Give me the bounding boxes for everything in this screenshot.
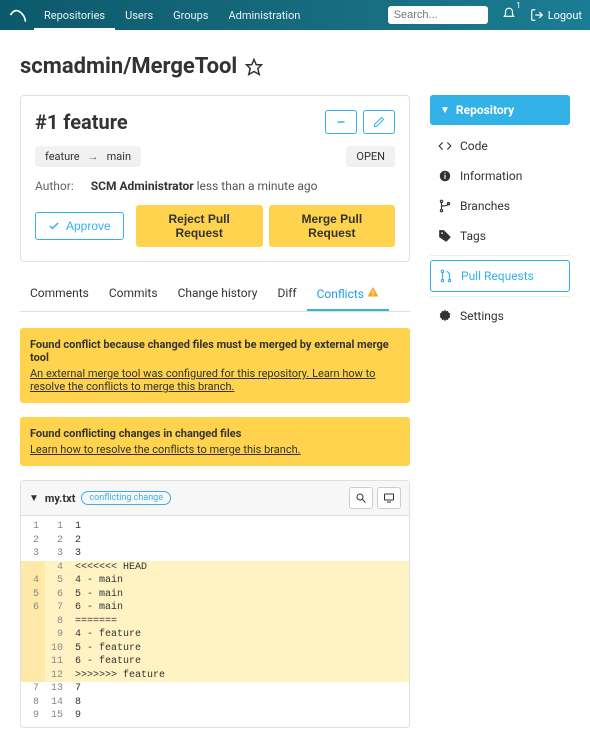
branch-pill: feature → main xyxy=(35,146,141,167)
approve-label: Approve xyxy=(66,219,111,233)
conflict-notice: Found conflict because changed files mus… xyxy=(20,328,410,403)
logout-button[interactable]: Logout xyxy=(530,8,582,22)
display-icon xyxy=(383,492,395,504)
nav-groups[interactable]: Groups xyxy=(163,0,218,30)
author-line: Author: SCM Administrator less than a mi… xyxy=(35,179,395,193)
magnify-icon xyxy=(355,492,367,504)
approve-button[interactable]: Approve xyxy=(35,212,124,240)
arrow-right-icon: → xyxy=(88,150,99,163)
code-icon xyxy=(438,139,452,153)
tab-change-history[interactable]: Change history xyxy=(168,278,268,311)
sidebar-header[interactable]: ▼ Repository xyxy=(430,95,570,125)
nav-users[interactable]: Users xyxy=(115,0,163,30)
sidebar-item-code[interactable]: Code xyxy=(430,131,570,161)
diff-line: 8148 xyxy=(21,696,409,710)
target-branch: main xyxy=(107,150,131,163)
notif-count: 1 xyxy=(516,1,521,10)
notice-title: Found conflict because changed files mus… xyxy=(30,338,400,364)
logout-icon xyxy=(530,8,544,22)
tab-commits[interactable]: Commits xyxy=(99,278,168,311)
nav-administration[interactable]: Administration xyxy=(218,0,310,30)
zoom-button[interactable] xyxy=(349,487,373,509)
sidebar-header-label: Repository xyxy=(456,103,514,117)
info-icon xyxy=(438,169,452,183)
pr-title: #1 feature xyxy=(35,110,128,134)
tabs: Comments Commits Change history Diff Con… xyxy=(20,278,410,312)
file-block: ▼ my.txt conflicting change 1112223334<<… xyxy=(20,480,410,728)
diff-line: 116 - feature xyxy=(21,655,409,669)
sidebar-item-branches[interactable]: Branches xyxy=(430,191,570,221)
diff-line: 333 xyxy=(21,547,409,561)
reject-button[interactable]: Reject Pull Request xyxy=(136,205,263,247)
tab-conflicts[interactable]: Conflicts xyxy=(307,278,389,311)
check-icon xyxy=(48,220,60,232)
topbar: Repositories Users Groups Administration… xyxy=(0,0,590,30)
edit-button[interactable] xyxy=(363,110,395,134)
pull-request-icon xyxy=(439,269,453,283)
diff-line: 7137 xyxy=(21,682,409,696)
diff-line: 9159 xyxy=(21,709,409,723)
diff-line: 12>>>>>>> feature xyxy=(21,669,409,683)
sidebar-item-information[interactable]: Information xyxy=(430,161,570,191)
diff-line: 454 - main xyxy=(21,574,409,588)
diff-line: 105 - feature xyxy=(21,642,409,656)
source-branch: feature xyxy=(45,150,80,163)
notice-link[interactable]: Learn how to resolve the conflicts to me… xyxy=(30,443,301,456)
repo-title: scmadmin/MergeTool xyxy=(20,54,237,79)
author-name: SCM Administrator xyxy=(91,179,194,193)
conflict-notice: Found conflicting changes in changed fil… xyxy=(20,417,410,466)
pr-status: OPEN xyxy=(346,146,395,167)
warning-icon xyxy=(367,286,379,298)
search-input[interactable] xyxy=(388,6,488,24)
nav-repositories[interactable]: Repositories xyxy=(34,0,115,30)
notifications-button[interactable]: 1 xyxy=(502,7,516,24)
logout-label: Logout xyxy=(548,9,582,22)
diff-line: 222 xyxy=(21,534,409,548)
view-button[interactable] xyxy=(377,487,401,509)
sidebar-item-pull-requests[interactable]: Pull Requests xyxy=(430,260,570,292)
notice-link[interactable]: An external merge tool was configured fo… xyxy=(30,367,375,393)
chevron-down-icon: ▼ xyxy=(440,105,450,116)
pr-panel: #1 feature feature → main OPEN Author: xyxy=(20,95,410,262)
merge-button[interactable]: Merge Pull Request xyxy=(269,205,395,247)
file-name: my.txt xyxy=(45,492,76,505)
diff-line: 8======= xyxy=(21,615,409,629)
sidebar-item-tags[interactable]: Tags xyxy=(430,221,570,251)
tag-icon xyxy=(438,229,452,243)
diff-line: 676 - main xyxy=(21,601,409,615)
sidebar-item-settings[interactable]: Settings xyxy=(430,301,570,331)
branch-icon xyxy=(438,199,452,213)
diff-line: 94 - feature xyxy=(21,628,409,642)
collapse-button[interactable] xyxy=(325,110,357,134)
diff-view: 1112223334<<<<<<< HEAD454 - main565 - ma… xyxy=(21,516,409,727)
author-label: Author: xyxy=(35,179,74,193)
conflict-pill: conflicting change xyxy=(81,491,171,505)
file-header: ▼ my.txt conflicting change xyxy=(21,481,409,516)
sidebar: ▼ Repository Code Information Branches T… xyxy=(430,95,570,728)
diff-line: 111 xyxy=(21,520,409,534)
bell-icon xyxy=(502,7,516,21)
edit-icon xyxy=(373,116,385,128)
tab-comments[interactable]: Comments xyxy=(20,278,99,311)
chevron-down-icon[interactable]: ▼ xyxy=(29,493,39,504)
notice-title: Found conflicting changes in changed fil… xyxy=(30,427,400,440)
gear-icon xyxy=(438,309,452,323)
minus-icon xyxy=(335,116,347,128)
author-time: less than a minute ago xyxy=(197,179,318,193)
nav: Repositories Users Groups Administration xyxy=(34,0,310,30)
star-icon[interactable] xyxy=(245,58,263,76)
tab-diff[interactable]: Diff xyxy=(267,278,306,311)
page-title: scmadmin/MergeTool xyxy=(20,54,570,79)
diff-line: 4<<<<<<< HEAD xyxy=(21,561,409,575)
diff-line: 565 - main xyxy=(21,588,409,602)
logo xyxy=(8,5,28,25)
